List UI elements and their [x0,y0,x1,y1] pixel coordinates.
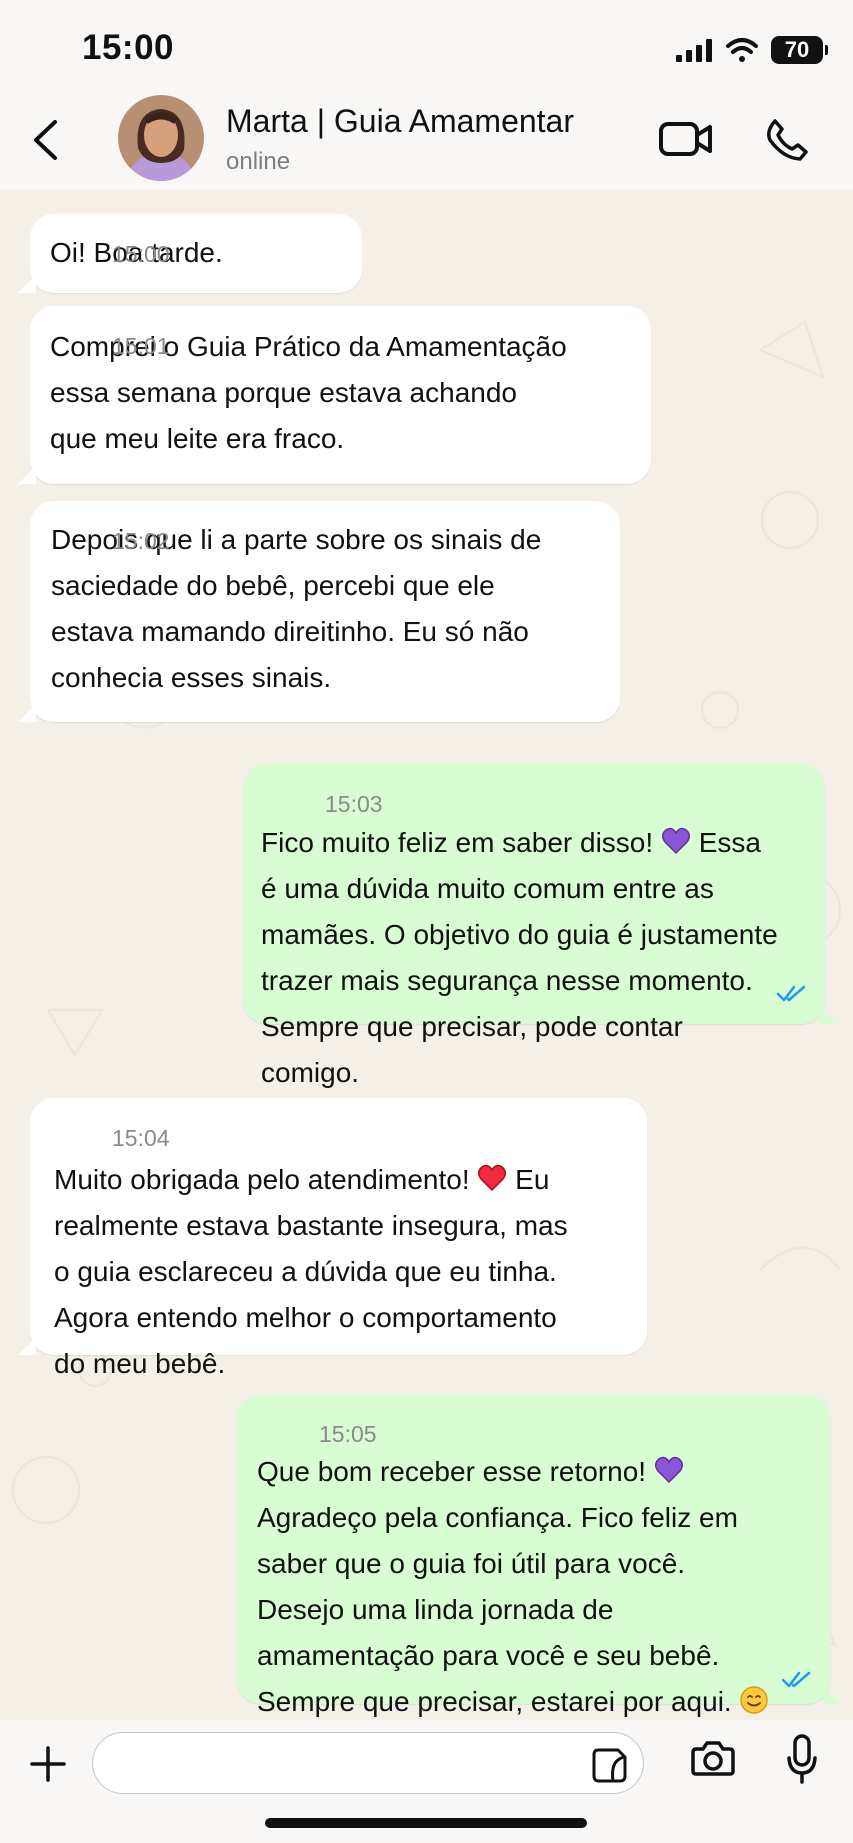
message-time: 15:02 [112,528,170,554]
wifi-icon [726,38,758,62]
message-time: 15:00 [112,241,170,267]
voice-call-icon[interactable] [763,116,811,164]
microphone-icon[interactable] [785,1733,819,1785]
signal-icon [676,38,712,62]
double-check-icon [776,985,806,1002]
message-bubble-outgoing[interactable]: Que bom receber esse retorno! Agradeço p… [237,1394,842,1717]
message-bubble-incoming[interactable]: Muito obrigada pelo atendimento! Eu real… [18,1098,647,1379]
message-input[interactable] [92,1732,644,1794]
contact-status: online [226,148,291,175]
message-time: 15:04 [112,1125,170,1151]
video-call-icon[interactable] [658,120,714,158]
sticker-icon[interactable] [591,1747,628,1784]
back-chevron-icon[interactable] [28,118,62,162]
contact-avatar[interactable] [118,95,204,181]
add-attachment-icon[interactable] [28,1744,68,1784]
message-composer-bar [0,1720,853,1843]
status-icons: 70 [675,36,828,64]
message-bubble-incoming[interactable]: Oi! Boa tarde. 15:00 [18,214,362,293]
message-time: 15:05 [319,1421,377,1447]
status-bar: 15:00 70 [0,0,853,100]
message-bubble-outgoing[interactable]: Fico muito feliz em saber disso! Essa é … [243,764,837,1088]
message-list[interactable]: Oi! Boa tarde. 15:00 Comprei o Guia Prát… [0,190,853,1720]
message-time: 15:03 [325,791,383,817]
double-check-icon [781,1671,811,1688]
chat-header[interactable]: Marta | Guia Amamentar online [0,88,853,190]
message-bubble-incoming[interactable]: Depois que li a parte sobre os sinais de… [18,501,620,722]
contact-name[interactable]: Marta | Guia Amamentar [226,103,574,140]
status-time: 15:00 [82,28,175,67]
chat-screen: 15:00 70 Marta | Guia Amamentar online O… [0,0,853,1843]
message-bubble-incoming[interactable]: Comprei o Guia Prático da Amamentação es… [18,306,651,484]
battery-indicator: 70 [771,36,828,64]
home-indicator [265,1818,587,1828]
camera-icon[interactable] [690,1739,736,1777]
message-time: 15:01 [112,333,170,359]
